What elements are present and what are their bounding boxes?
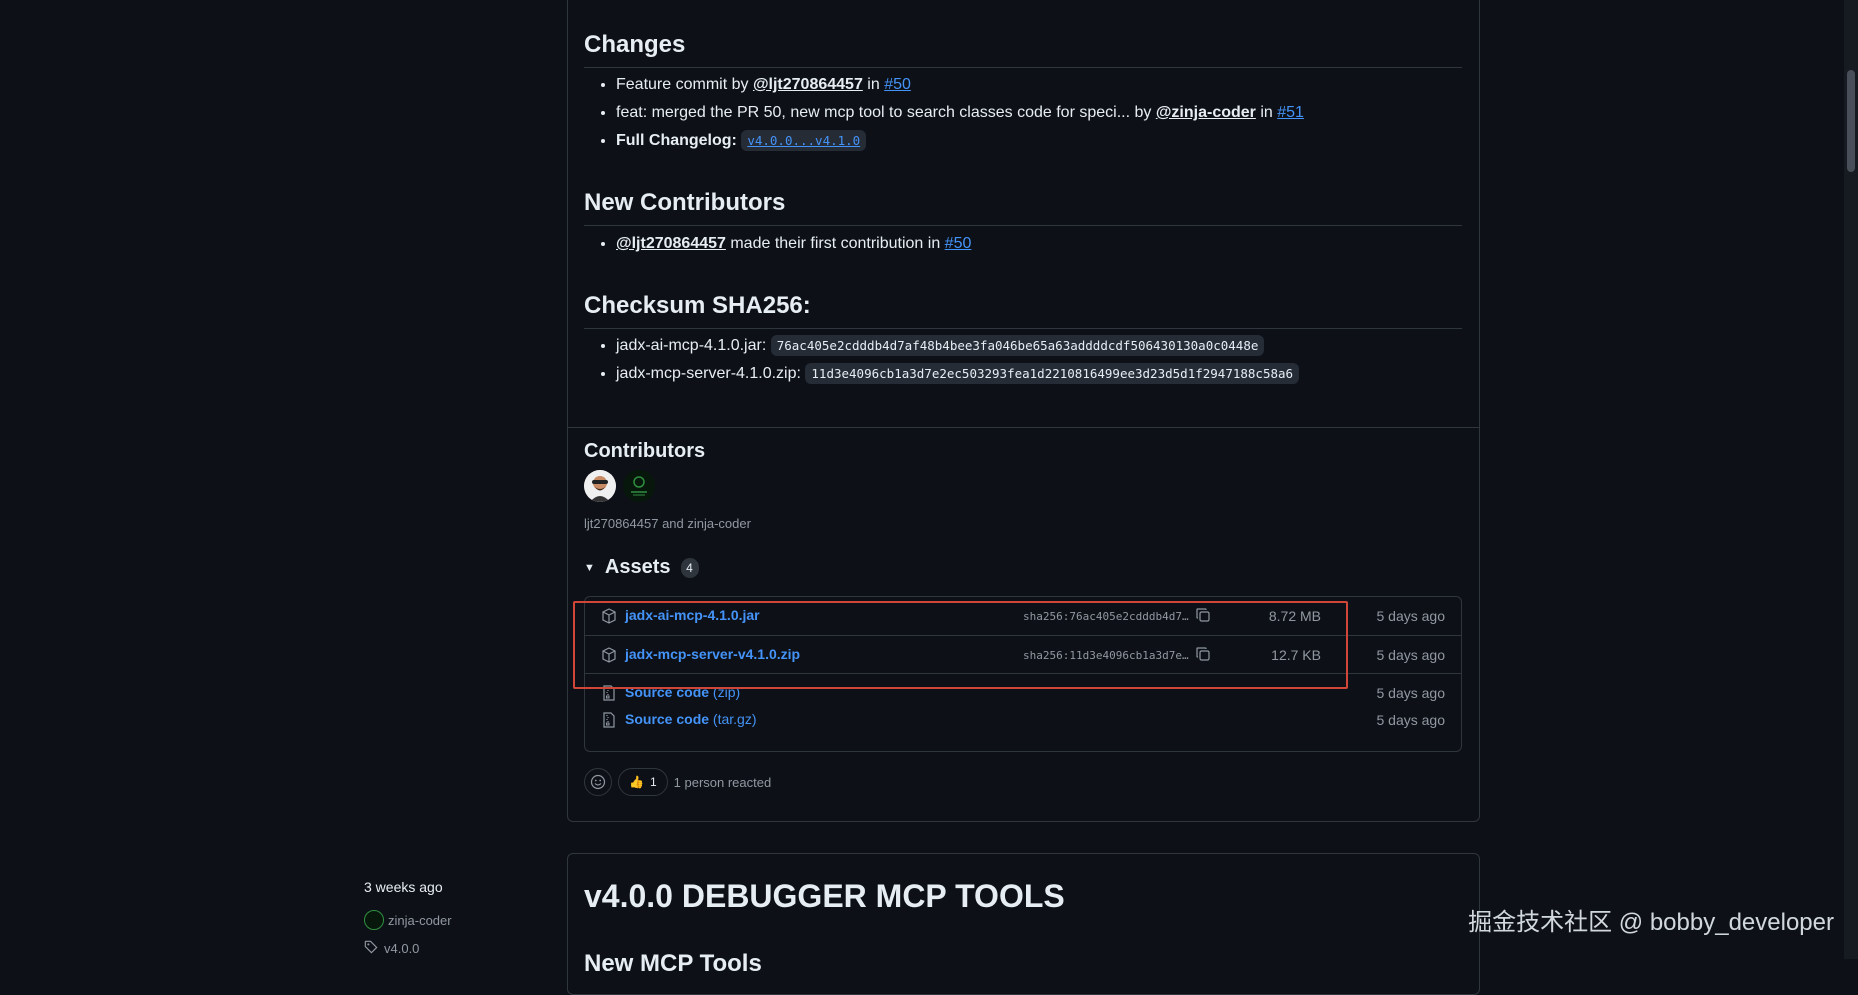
asset-date: 5 days ago bbox=[1376, 685, 1446, 701]
contributors-names: ljt270864457 and zinja-coder bbox=[584, 516, 751, 531]
section-divider bbox=[568, 427, 1479, 428]
file-zip-icon bbox=[601, 685, 617, 704]
asset-download-link[interactable]: jadx-ai-mcp-4.1.0.jar bbox=[625, 607, 760, 623]
list-item: jadx-mcp-server-4.1.0.zip: 11d3e4096cb1a… bbox=[616, 360, 1300, 388]
asset-size: 8.72 MB bbox=[1268, 608, 1321, 624]
assets-count-badge: 4 bbox=[680, 557, 699, 578]
checksum-list: jadx-ai-mcp-4.1.0.jar: 76ac405e2cdddb4d7… bbox=[584, 332, 1300, 388]
checksum-hash: 76ac405e2cdddb4d7af48b4bee3fa046be65a63a… bbox=[770, 335, 1265, 356]
asset-sha: sha256:11d3e4096cb1a3d7e… bbox=[1023, 649, 1189, 662]
source-code-targz-link[interactable]: Source code (tar.gz) bbox=[625, 711, 757, 727]
full-changelog-link[interactable]: v4.0.0...v4.1.0 bbox=[741, 130, 867, 151]
copy-icon[interactable] bbox=[1195, 646, 1211, 665]
user-mention-link[interactable]: @ljt270864457 bbox=[753, 76, 863, 93]
avatar bbox=[364, 910, 384, 930]
file-zip-icon bbox=[601, 712, 617, 731]
thumbs-up-reaction-button[interactable]: 👍 1 bbox=[618, 768, 668, 796]
asset-sha: sha256:76ac405e2cdddb4d7… bbox=[1023, 610, 1189, 623]
list-item: jadx-ai-mcp-4.1.0.jar: 76ac405e2cdddb4d7… bbox=[616, 332, 1299, 360]
scrollbar-thumb[interactable] bbox=[1847, 70, 1855, 172]
full-changelog-label: Full Changelog: bbox=[616, 132, 737, 149]
contributors-heading: Contributors bbox=[584, 440, 706, 462]
reaction-summary: 1 person reacted bbox=[673, 774, 772, 790]
user-mention-link[interactable]: @ljt270864457 bbox=[616, 235, 726, 252]
watermark: 掘金技术社区 @ bobby_developer bbox=[1468, 909, 1834, 936]
asset-download-link[interactable]: jadx-mcp-server-v4.1.0.zip bbox=[625, 646, 800, 662]
asset-row: jadx-ai-mcp-4.1.0.jar sha256:76ac405e2cd… bbox=[585, 597, 1461, 635]
asset-date: 5 days ago bbox=[1376, 647, 1446, 663]
avatar[interactable] bbox=[623, 470, 655, 502]
package-icon bbox=[601, 647, 617, 666]
user-mention-link[interactable]: @zinja-coder bbox=[1156, 104, 1256, 121]
package-icon bbox=[601, 608, 617, 627]
checksum-hash: 11d3e4096cb1a3d7e2ec503293fea1d221081649… bbox=[805, 363, 1300, 384]
thumbs-up-icon: 👍 bbox=[629, 775, 644, 789]
asset-row: Source code (zip) 5 days ago bbox=[585, 673, 1461, 712]
asset-date: 5 days ago bbox=[1376, 712, 1446, 728]
pr-link[interactable]: #50 bbox=[945, 235, 972, 252]
source-code-zip-link[interactable]: Source code (zip) bbox=[625, 684, 740, 700]
triangle-down-icon: ▼ bbox=[584, 561, 595, 574]
pr-link[interactable]: #51 bbox=[1277, 104, 1304, 121]
release-time[interactable]: 3 weeks ago bbox=[364, 879, 443, 895]
avatar[interactable] bbox=[584, 470, 616, 502]
release-author[interactable]: zinja-coder bbox=[364, 910, 452, 930]
list-item: @ljt270864457 made their first contribut… bbox=[616, 230, 971, 258]
release-card-v4.0.0: v4.0.0 DEBUGGER MCP TOOLS New MCP Tools bbox=[567, 853, 1480, 995]
assets-heading: Assets bbox=[604, 556, 671, 578]
reactions-bar: 👍 1 1 person reacted bbox=[584, 768, 771, 796]
list-item: Full Changelog: v4.0.0...v4.1.0 bbox=[616, 127, 1304, 155]
asset-row: jadx-mcp-server-v4.1.0.zip sha256:11d3e4… bbox=[585, 635, 1461, 674]
list-item: feat: merged the PR 50, new mcp tool to … bbox=[616, 99, 1304, 127]
checksum-heading: Checksum SHA256: bbox=[584, 292, 1462, 329]
copy-icon[interactable] bbox=[1195, 607, 1211, 626]
section-heading: New MCP Tools bbox=[584, 950, 762, 977]
asset-date: 5 days ago bbox=[1376, 608, 1446, 624]
reaction-count: 1 bbox=[649, 775, 657, 789]
new-contributors-list: @ljt270864457 made their first contribut… bbox=[584, 230, 971, 258]
list-item: Feature commit by @ljt270864457 in #50 bbox=[616, 71, 1304, 99]
new-contributors-heading: New Contributors bbox=[584, 189, 1462, 226]
asset-size: 12.7 KB bbox=[1271, 647, 1321, 663]
changes-list: Feature commit by @ljt270864457 in #50 f… bbox=[584, 71, 1304, 155]
asset-row: Source code (tar.gz) 5 days ago bbox=[585, 711, 1461, 749]
tag-icon bbox=[364, 940, 378, 957]
pr-link[interactable]: #50 bbox=[884, 76, 911, 93]
release-card-v4.1.0: Changes Feature commit by @ljt270864457 … bbox=[567, 0, 1480, 822]
release-title[interactable]: v4.0.0 DEBUGGER MCP TOOLS bbox=[584, 878, 1065, 915]
smiley-icon[interactable] bbox=[584, 768, 612, 796]
assets-list: jadx-ai-mcp-4.1.0.jar sha256:76ac405e2cd… bbox=[584, 596, 1462, 752]
changes-heading: Changes bbox=[584, 31, 1462, 68]
release-tag[interactable]: v4.0.0 bbox=[364, 940, 419, 957]
assets-toggle[interactable]: ▼ Assets 4 bbox=[584, 556, 699, 579]
